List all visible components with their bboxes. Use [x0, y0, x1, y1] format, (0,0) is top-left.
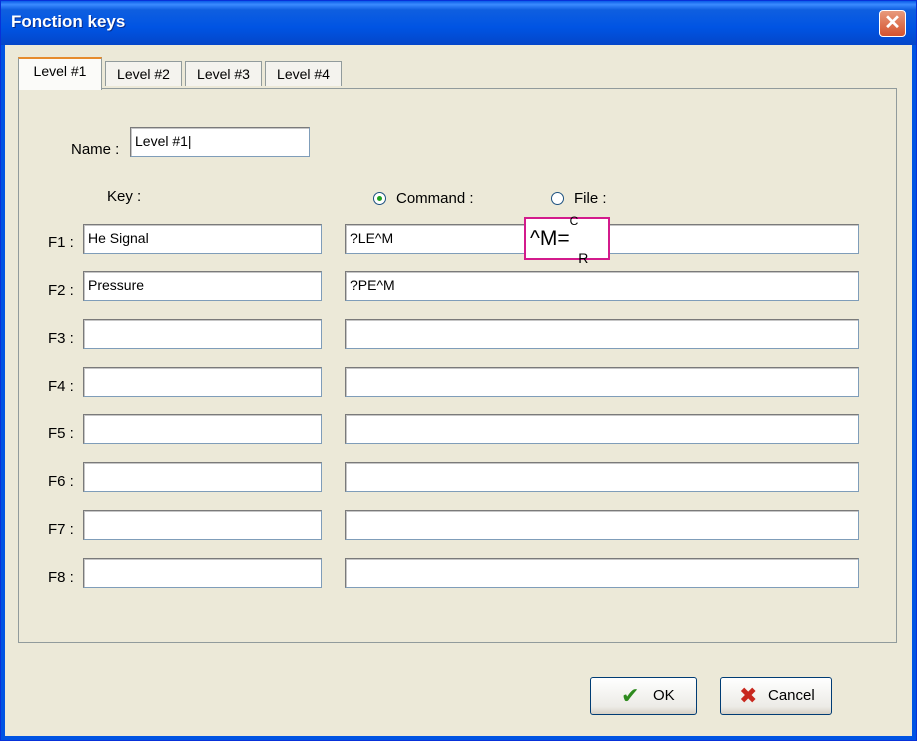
f7-key-input[interactable]: [83, 510, 322, 540]
tab-level-1[interactable]: Level #1: [18, 57, 102, 90]
command-radio[interactable]: [373, 192, 386, 205]
check-icon: ✔: [621, 683, 640, 708]
x-icon: ✖: [739, 683, 758, 708]
dialog-window: Fonction keys ✕ Level #1 Level #2 Level …: [0, 0, 917, 741]
tab-level-3[interactable]: Level #3: [185, 61, 262, 86]
annotation-sup: C: [569, 214, 579, 228]
window-title: Fonction keys: [11, 12, 126, 31]
command-radio-label: Command :: [396, 190, 474, 207]
f5-command-input[interactable]: [345, 414, 859, 444]
tab-level-4[interactable]: Level #4: [265, 61, 342, 86]
f8-key-input[interactable]: [83, 558, 322, 588]
f7-command-input[interactable]: [345, 510, 859, 540]
annotation-main: ^M=: [530, 227, 570, 250]
title-bar[interactable]: Fonction keys ✕: [1, 1, 916, 45]
f8-command-input[interactable]: [345, 558, 859, 588]
f2-command-input[interactable]: ?PE^M: [345, 271, 859, 301]
carriage-return-annotation: ^M=C R: [524, 214, 610, 265]
f4-label: F4 :: [48, 378, 74, 395]
f6-command-input[interactable]: [345, 462, 859, 492]
f6-key-input[interactable]: [83, 462, 322, 492]
name-input[interactable]: Level #1|: [130, 127, 310, 157]
key-column-label: Key :: [107, 188, 142, 205]
file-radio-label: File :: [574, 190, 607, 207]
file-radio[interactable]: [551, 192, 564, 205]
f3-command-input[interactable]: [345, 319, 859, 349]
close-button[interactable]: ✕: [879, 10, 906, 37]
ok-button-label: OK: [653, 687, 675, 704]
f2-label: F2 :: [48, 282, 74, 299]
close-icon: ✕: [884, 12, 901, 34]
f1-label: F1 :: [48, 234, 74, 251]
f5-label: F5 :: [48, 425, 74, 442]
f3-label: F3 :: [48, 330, 74, 347]
f4-key-input[interactable]: [83, 367, 322, 397]
cancel-button-label: Cancel: [768, 687, 815, 704]
f4-command-input[interactable]: [345, 367, 859, 397]
f8-label: F8 :: [48, 569, 74, 586]
window-frame-right: [912, 45, 916, 740]
f6-label: F6 :: [48, 473, 74, 490]
annotation-sub: R: [578, 250, 589, 266]
window-frame-left: [1, 45, 5, 740]
cancel-button[interactable]: ✖ Cancel: [720, 677, 832, 715]
f3-key-input[interactable]: [83, 319, 322, 349]
f1-key-input[interactable]: He Signal: [83, 224, 322, 254]
ok-button[interactable]: ✔ OK: [590, 677, 697, 715]
name-label: Name :: [71, 141, 120, 158]
f5-key-input[interactable]: [83, 414, 322, 444]
f2-key-input[interactable]: Pressure: [83, 271, 322, 301]
f7-label: F7 :: [48, 521, 74, 538]
window-frame-bottom: [1, 736, 916, 740]
tab-level-2[interactable]: Level #2: [105, 61, 182, 86]
